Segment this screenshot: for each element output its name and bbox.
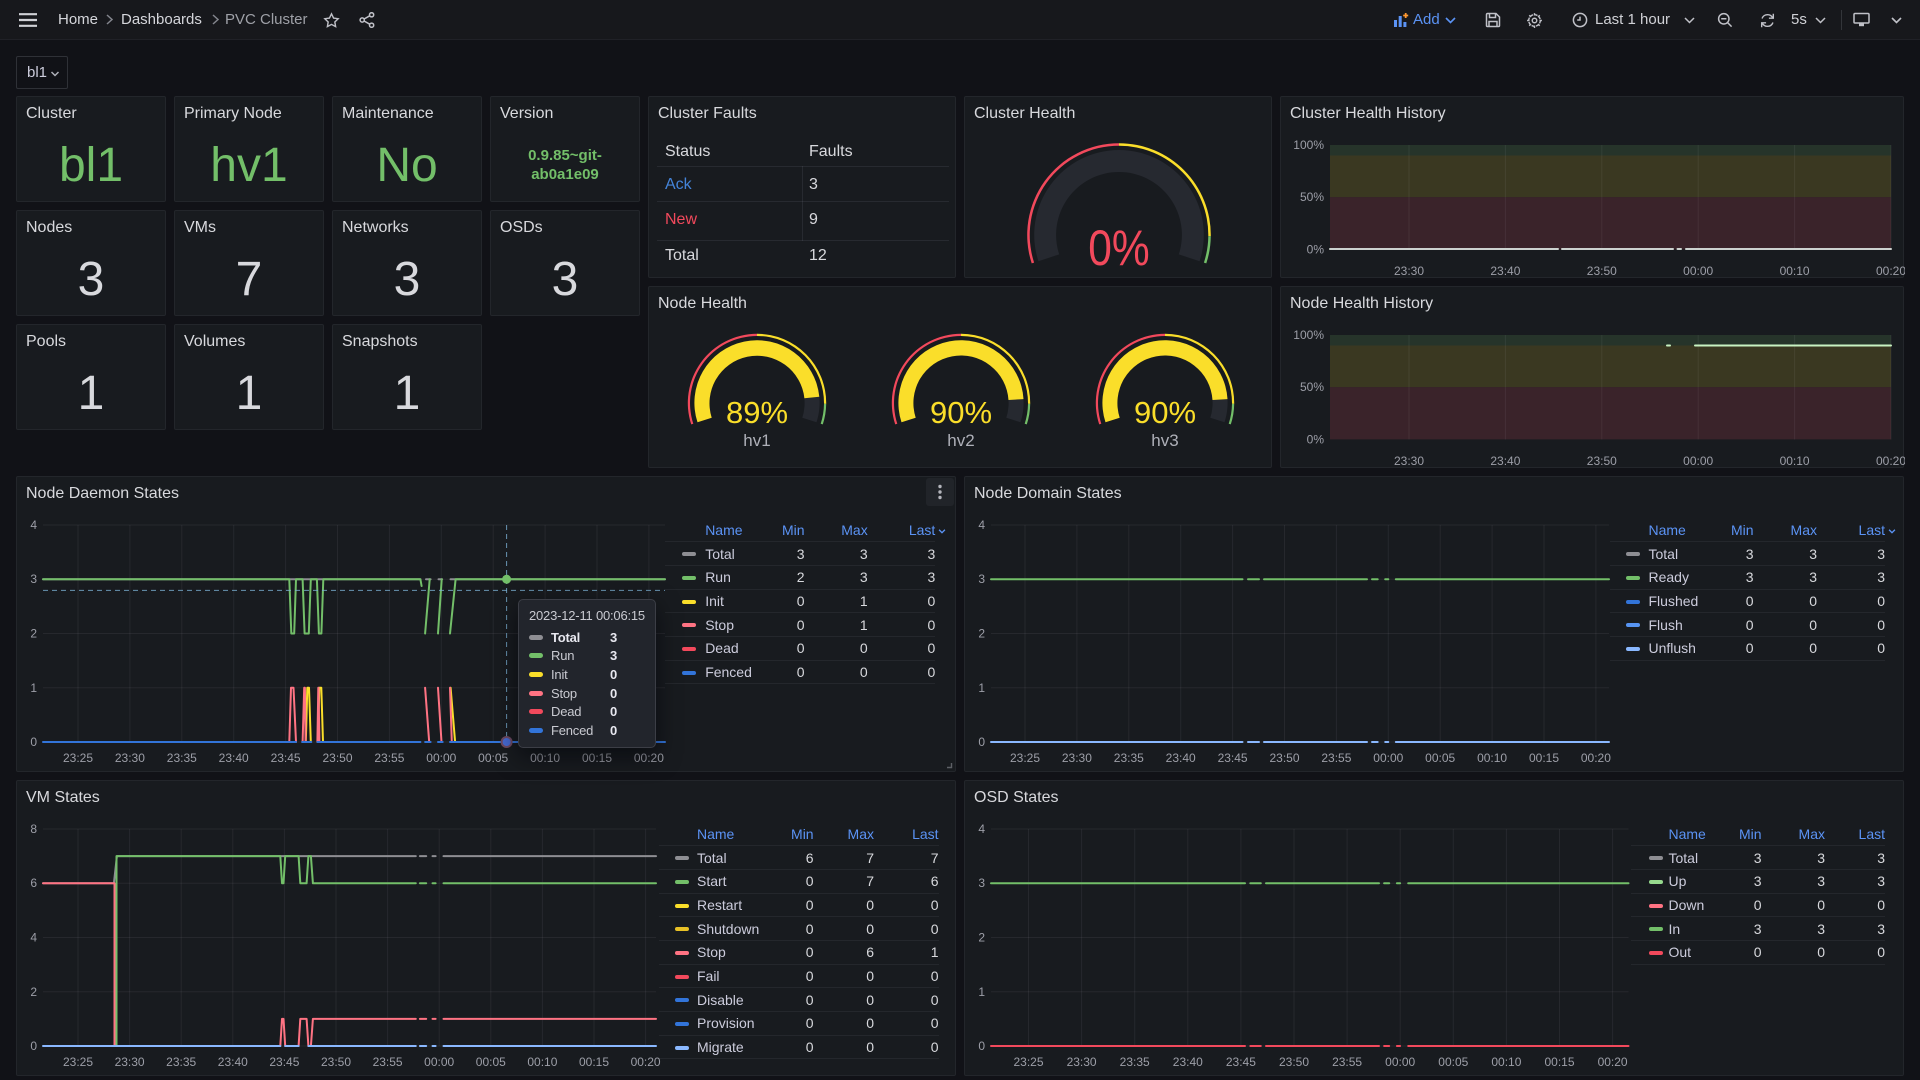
svg-text:23:40: 23:40 bbox=[1166, 751, 1196, 765]
svg-text:50%: 50% bbox=[1300, 190, 1324, 204]
svg-text:00:00: 00:00 bbox=[426, 751, 456, 765]
svg-text:23:50: 23:50 bbox=[1587, 264, 1617, 278]
svg-text:23:35: 23:35 bbox=[166, 1055, 196, 1069]
svg-text:2: 2 bbox=[978, 627, 985, 641]
svg-text:8: 8 bbox=[30, 822, 37, 836]
svg-text:23:45: 23:45 bbox=[1226, 1055, 1256, 1069]
svg-text:23:45: 23:45 bbox=[1218, 751, 1248, 765]
svg-text:00:20: 00:20 bbox=[1876, 454, 1905, 468]
svg-text:23:40: 23:40 bbox=[1173, 1055, 1203, 1069]
svg-text:90%: 90% bbox=[1134, 395, 1196, 430]
svg-text:3: 3 bbox=[978, 876, 985, 890]
svg-text:0: 0 bbox=[978, 1039, 985, 1053]
svg-text:1: 1 bbox=[978, 681, 985, 695]
svg-text:00:15: 00:15 bbox=[582, 751, 612, 765]
svg-text:0%: 0% bbox=[1307, 433, 1325, 447]
svg-text:00:20: 00:20 bbox=[1581, 751, 1611, 765]
svg-text:23:45: 23:45 bbox=[269, 1055, 299, 1069]
svg-text:00:20: 00:20 bbox=[1598, 1055, 1628, 1069]
svg-text:3: 3 bbox=[978, 572, 985, 586]
svg-text:23:30: 23:30 bbox=[1394, 264, 1424, 278]
svg-text:0: 0 bbox=[978, 735, 985, 749]
svg-text:23:50: 23:50 bbox=[1587, 454, 1617, 468]
svg-text:00:20: 00:20 bbox=[634, 751, 664, 765]
svg-text:23:50: 23:50 bbox=[321, 1055, 351, 1069]
svg-text:0: 0 bbox=[30, 1039, 37, 1053]
svg-text:00:20: 00:20 bbox=[631, 1055, 661, 1069]
svg-text:00:05: 00:05 bbox=[478, 751, 508, 765]
svg-text:23:25: 23:25 bbox=[63, 751, 93, 765]
svg-text:23:50: 23:50 bbox=[1269, 751, 1299, 765]
svg-text:23:30: 23:30 bbox=[1394, 454, 1424, 468]
svg-text:23:25: 23:25 bbox=[1010, 751, 1040, 765]
svg-text:50%: 50% bbox=[1300, 380, 1324, 394]
svg-text:89%: 89% bbox=[726, 395, 788, 430]
svg-text:00:10: 00:10 bbox=[527, 1055, 557, 1069]
svg-text:23:30: 23:30 bbox=[115, 751, 145, 765]
svg-text:2: 2 bbox=[978, 931, 985, 945]
svg-text:23:55: 23:55 bbox=[373, 1055, 403, 1069]
svg-text:00:10: 00:10 bbox=[1780, 454, 1810, 468]
svg-text:00:15: 00:15 bbox=[579, 1055, 609, 1069]
svg-text:00:00: 00:00 bbox=[1385, 1055, 1415, 1069]
svg-text:2: 2 bbox=[30, 627, 37, 641]
svg-text:2: 2 bbox=[30, 985, 37, 999]
svg-text:1: 1 bbox=[30, 681, 37, 695]
svg-text:00:10: 00:10 bbox=[1477, 751, 1507, 765]
svg-text:100%: 100% bbox=[1293, 138, 1324, 152]
svg-text:00:10: 00:10 bbox=[1780, 264, 1810, 278]
svg-text:23:35: 23:35 bbox=[1120, 1055, 1150, 1069]
svg-text:hv1: hv1 bbox=[743, 431, 770, 450]
svg-text:00:00: 00:00 bbox=[1683, 264, 1713, 278]
svg-text:00:05: 00:05 bbox=[1438, 1055, 1468, 1069]
svg-text:23:25: 23:25 bbox=[63, 1055, 93, 1069]
svg-text:23:55: 23:55 bbox=[1321, 751, 1351, 765]
svg-text:4: 4 bbox=[978, 518, 985, 532]
svg-text:23:40: 23:40 bbox=[1490, 454, 1520, 468]
svg-text:00:15: 00:15 bbox=[1544, 1055, 1574, 1069]
svg-text:00:05: 00:05 bbox=[476, 1055, 506, 1069]
svg-text:00:00: 00:00 bbox=[424, 1055, 454, 1069]
svg-text:23:30: 23:30 bbox=[1067, 1055, 1097, 1069]
svg-text:23:25: 23:25 bbox=[1013, 1055, 1043, 1069]
svg-text:100%: 100% bbox=[1293, 328, 1324, 342]
svg-text:23:40: 23:40 bbox=[218, 1055, 248, 1069]
svg-text:4: 4 bbox=[978, 822, 985, 836]
svg-text:00:05: 00:05 bbox=[1425, 751, 1455, 765]
svg-text:00:10: 00:10 bbox=[530, 751, 560, 765]
svg-text:00:00: 00:00 bbox=[1373, 751, 1403, 765]
svg-text:0%: 0% bbox=[1307, 243, 1325, 257]
svg-text:hv3: hv3 bbox=[1151, 431, 1178, 450]
svg-text:23:50: 23:50 bbox=[1279, 1055, 1309, 1069]
svg-text:hv2: hv2 bbox=[947, 431, 974, 450]
svg-text:23:40: 23:40 bbox=[1490, 264, 1520, 278]
svg-text:00:00: 00:00 bbox=[1683, 454, 1713, 468]
svg-text:00:15: 00:15 bbox=[1529, 751, 1559, 765]
svg-text:0: 0 bbox=[30, 735, 37, 749]
svg-text:23:55: 23:55 bbox=[1332, 1055, 1362, 1069]
svg-text:6: 6 bbox=[30, 876, 37, 890]
svg-text:00:20: 00:20 bbox=[1876, 264, 1905, 278]
svg-text:23:55: 23:55 bbox=[374, 751, 404, 765]
svg-text:90%: 90% bbox=[930, 395, 992, 430]
svg-text:23:45: 23:45 bbox=[271, 751, 301, 765]
svg-text:23:40: 23:40 bbox=[219, 751, 249, 765]
svg-text:23:35: 23:35 bbox=[1114, 751, 1144, 765]
svg-text:23:35: 23:35 bbox=[167, 751, 197, 765]
svg-text:00:10: 00:10 bbox=[1491, 1055, 1521, 1069]
svg-text:1: 1 bbox=[978, 985, 985, 999]
svg-text:23:30: 23:30 bbox=[115, 1055, 145, 1069]
svg-text:3: 3 bbox=[30, 572, 37, 586]
svg-text:23:50: 23:50 bbox=[322, 751, 352, 765]
svg-text:23:30: 23:30 bbox=[1062, 751, 1092, 765]
svg-text:4: 4 bbox=[30, 931, 37, 945]
svg-text:4: 4 bbox=[30, 518, 37, 532]
